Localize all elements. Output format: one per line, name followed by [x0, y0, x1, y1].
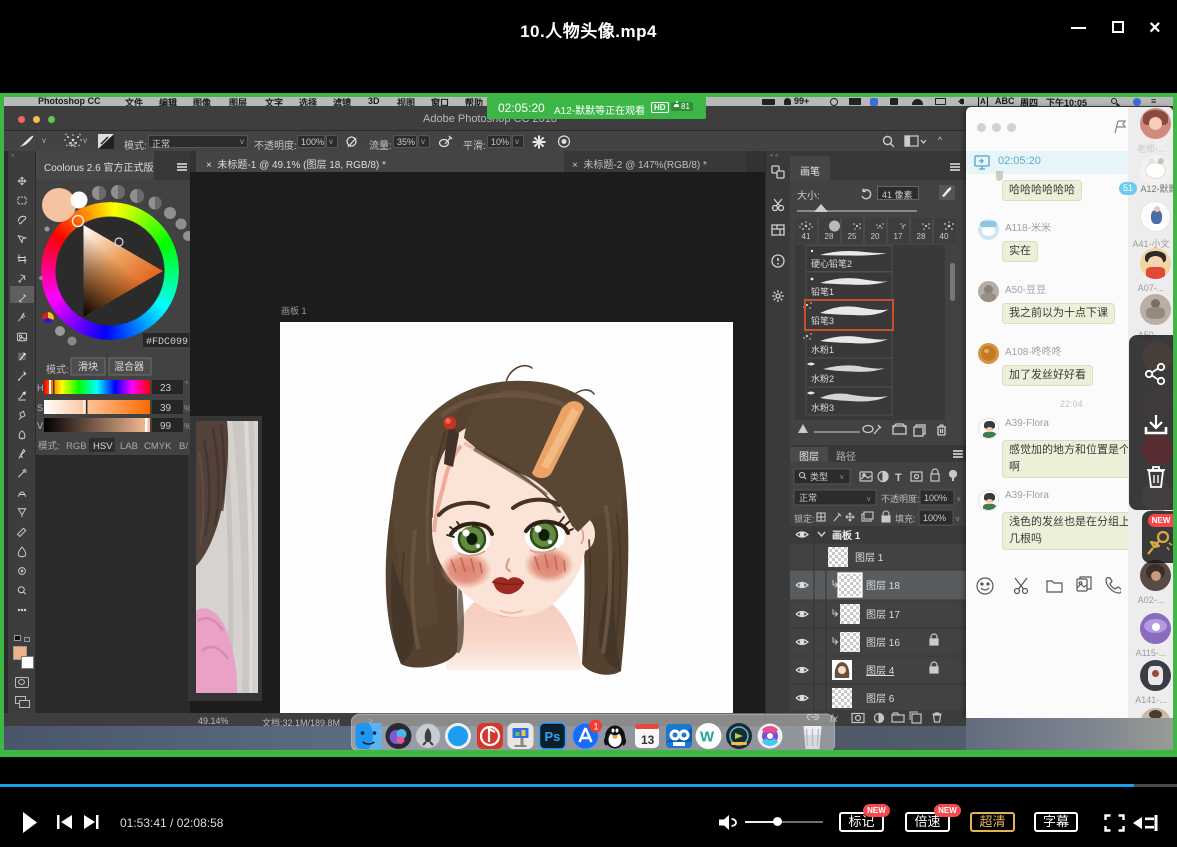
- svg-text:39: 39: [160, 403, 172, 414]
- svg-text:HSV: HSV: [93, 441, 113, 452]
- svg-text:28: 28: [917, 232, 926, 241]
- svg-text:填充:: 填充:: [895, 513, 916, 524]
- svg-text:图层 1: 图层 1: [855, 552, 884, 564]
- svg-text:图层 16: 图层 16: [866, 637, 900, 649]
- svg-text:20: 20: [871, 232, 880, 241]
- svg-text:LAB: LAB: [120, 441, 138, 452]
- svg-text:B/: B/: [179, 441, 188, 452]
- svg-text:1: 1: [594, 722, 599, 732]
- svg-text:图层 4: 图层 4: [866, 665, 895, 677]
- svg-text:T: T: [895, 472, 902, 484]
- svg-text:17: 17: [894, 232, 903, 241]
- svg-text:图层 17: 图层 17: [866, 609, 900, 621]
- svg-text:类型: 类型: [810, 471, 828, 482]
- svg-text:图层 6: 图层 6: [866, 693, 895, 705]
- svg-text:#FDC099: #FDC099: [146, 337, 188, 348]
- svg-text:水粉3: 水粉3: [811, 402, 834, 413]
- svg-text:v: v: [957, 496, 961, 503]
- svg-text:硬心铅笔2: 硬心铅笔2: [811, 258, 852, 269]
- svg-text:模式:: 模式:: [38, 440, 60, 452]
- svg-text:铅笔1: 铅笔1: [811, 286, 834, 297]
- svg-text:混合器: 混合器: [114, 360, 144, 373]
- svg-text:23: 23: [160, 383, 172, 394]
- svg-text:水粉1: 水粉1: [811, 344, 834, 355]
- svg-text:13: 13: [641, 733, 655, 747]
- svg-text:41: 41: [802, 232, 811, 241]
- svg-text:S: S: [37, 403, 43, 413]
- svg-text:RGB: RGB: [66, 441, 87, 452]
- svg-text:H: H: [37, 383, 44, 393]
- svg-text:v: v: [867, 496, 871, 503]
- svg-text:V: V: [37, 421, 43, 431]
- svg-text:不透明度:: 不透明度:: [881, 493, 920, 504]
- svg-text:28: 28: [825, 232, 834, 241]
- svg-text:滑块: 滑块: [78, 361, 98, 373]
- svg-text:25: 25: [848, 232, 857, 241]
- svg-text:图层 18: 图层 18: [866, 580, 900, 592]
- svg-text:99: 99: [160, 421, 172, 432]
- svg-text:100%: 100%: [923, 513, 946, 523]
- svg-text:%: %: [184, 422, 190, 431]
- svg-text:v: v: [840, 474, 844, 481]
- svg-text:v: v: [956, 516, 960, 523]
- svg-text:模式:: 模式:: [46, 363, 69, 376]
- svg-text:锁定:: 锁定:: [794, 513, 815, 524]
- svg-text:Ps: Ps: [545, 729, 561, 744]
- svg-text:铅笔3: 铅笔3: [811, 315, 834, 326]
- svg-text:正常: 正常: [799, 492, 817, 503]
- svg-text:W: W: [700, 729, 715, 746]
- svg-text:°: °: [185, 380, 188, 389]
- svg-text:100%: 100%: [924, 493, 947, 503]
- svg-text:画板 1: 画板 1: [832, 529, 861, 542]
- svg-text:CMYK: CMYK: [144, 441, 172, 452]
- svg-text:40: 40: [940, 232, 949, 241]
- svg-text:%: %: [184, 404, 190, 413]
- svg-text:水粉2: 水粉2: [811, 373, 834, 384]
